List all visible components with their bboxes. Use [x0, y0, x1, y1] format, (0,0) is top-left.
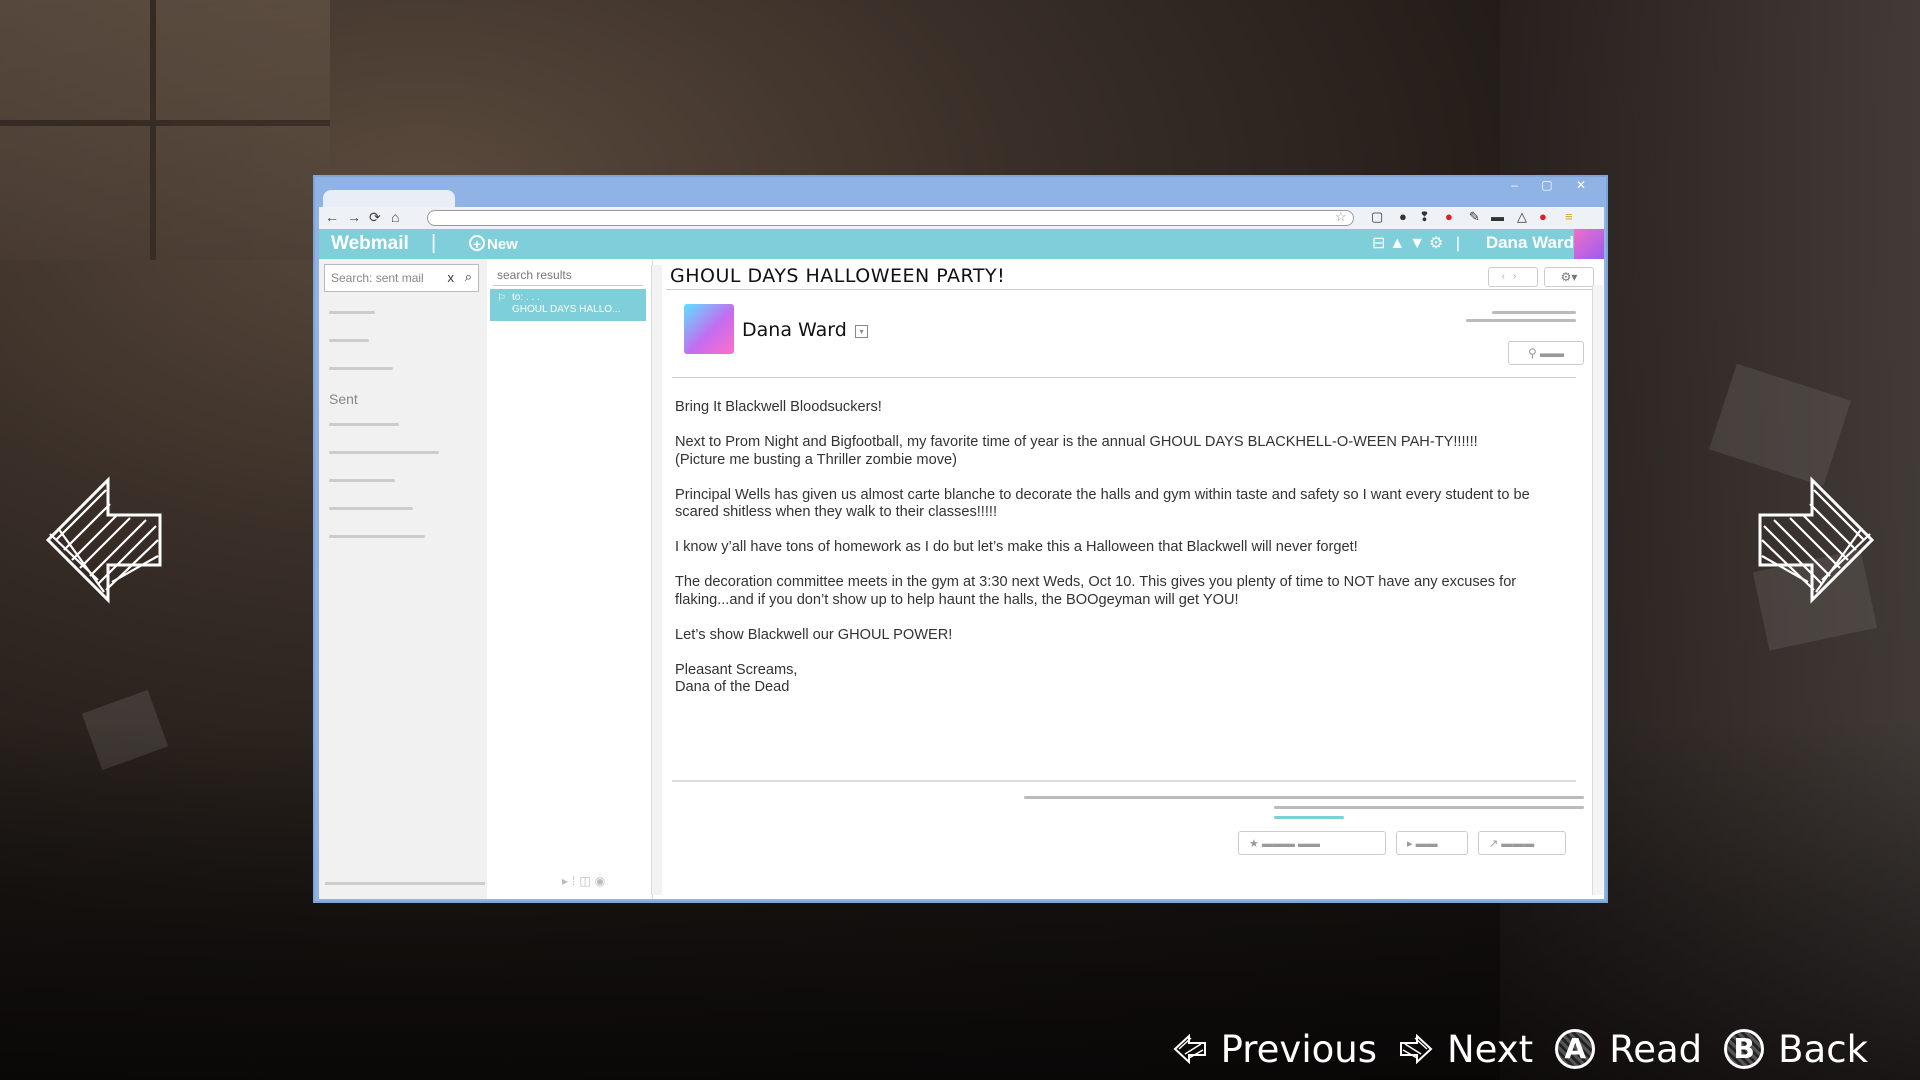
results-header: search results [497, 268, 572, 282]
button-hints: Previous Next A Read B Back [1151, 1024, 1868, 1074]
window-background [0, 0, 330, 260]
sender-dropdown-icon[interactable]: ▾ [855, 325, 868, 338]
plus-icon: + [469, 235, 485, 252]
body-paragraph: Bring It Blackwell Bloodsuckers! [675, 399, 882, 415]
result-to: to: . . . [512, 292, 540, 303]
next-hint-label: Next [1446, 1027, 1534, 1071]
browser-tab[interactable] [323, 190, 455, 207]
extension-icon[interactable]: ▬ [1491, 210, 1504, 224]
mail-search-placeholder: Search: sent mail [331, 271, 424, 285]
message-pane: GHOUL DAYS HALLOWEEN PARTY! ‹› ⚙▾ Dana W… [662, 259, 1604, 899]
browser-window: – ▢ ✕ ← → ⟳ ⌂ ☆ ▢ ● ❢ ● ✎ ▬ △ ● ≡ Webmai… [313, 175, 1608, 903]
previous-hint-arrow-icon [1173, 1034, 1207, 1064]
extension-icon[interactable]: ✎ [1469, 210, 1480, 224]
folder-item[interactable] [329, 307, 375, 317]
results-divider [493, 285, 643, 286]
folder-footer [325, 882, 485, 885]
message-footer-text [1024, 796, 1584, 826]
read-hint-label: Read [1609, 1027, 1703, 1071]
bookmark-star-icon[interactable]: ☆ [1335, 210, 1347, 224]
next-hint[interactable]: Next [1399, 1028, 1533, 1071]
browser-toolbar: ← → ⟳ ⌂ ☆ ▢ ● ❢ ● ✎ ▬ △ ● ≡ [319, 207, 1604, 229]
message-scrollbar[interactable] [1592, 285, 1603, 895]
extension-icon[interactable]: ❢ [1419, 210, 1430, 224]
flag-icon: ⚐ [497, 293, 506, 304]
folder-item[interactable] [329, 363, 393, 373]
header-separator: | [431, 232, 437, 254]
sender-avatar [684, 304, 734, 354]
search-icon[interactable]: ⌕ [465, 269, 472, 285]
header-divider [672, 377, 1576, 378]
forward-button[interactable]: ▸ ▬▬ [1396, 831, 1468, 855]
folder-pane: Search: sent mail x ⌕ Sent [319, 259, 488, 899]
tab-bar: – ▢ ✕ [315, 177, 1606, 207]
results-scrollbar[interactable] [651, 265, 662, 895]
mail-search-input[interactable]: Search: sent mail x ⌕ [324, 264, 479, 292]
back-icon[interactable]: ← [325, 209, 339, 225]
folder-item[interactable] [329, 419, 399, 429]
webmail-brand[interactable]: Webmail [331, 233, 409, 255]
reply-button[interactable]: ⚲ ▬▬ [1508, 341, 1584, 365]
url-bar[interactable] [427, 210, 1354, 226]
message-body: Bring It Blackwell Bloodsuckers! Next to… [675, 399, 1575, 714]
extension-icon[interactable]: ▢ [1371, 210, 1383, 224]
extension-icon[interactable]: ● [1445, 210, 1453, 224]
webmail-content: Search: sent mail x ⌕ Sent search result… [319, 259, 1604, 899]
subject-divider [666, 289, 1596, 290]
folder-item[interactable] [329, 475, 395, 485]
results-footer-icons[interactable]: ▸⁞◫◉ [562, 874, 609, 888]
body-paragraph: Next to Prom Night and Bigfootball, my f… [675, 434, 1478, 468]
menu-icon[interactable]: ≡ [1565, 210, 1573, 224]
a-button-icon: A [1555, 1029, 1596, 1069]
user-name[interactable]: Dana Ward [1486, 233, 1574, 253]
read-hint[interactable]: A Read [1555, 1028, 1702, 1071]
folder-item[interactable] [329, 447, 439, 457]
home-icon[interactable]: ⌂ [391, 209, 399, 225]
folder-item[interactable] [329, 503, 413, 513]
message-nav-buttons[interactable]: ‹› [1488, 267, 1538, 287]
results-pane: search results ⚐ to: . . . GHOUL DAYS HA… [487, 259, 653, 899]
body-paragraph: Pleasant Screams, Dana of the Dead [675, 661, 798, 696]
previous-hint[interactable]: Previous [1173, 1028, 1377, 1071]
extension-icon[interactable]: ● [1539, 210, 1547, 224]
extension-icon[interactable]: △ [1517, 210, 1527, 224]
new-mail-button[interactable]: + New [469, 235, 518, 253]
result-item[interactable]: ⚐ to: . . . GHOUL DAYS HALLO... [490, 289, 646, 321]
extension-icon[interactable]: ● [1399, 210, 1407, 224]
forward-icon[interactable]: → [347, 209, 361, 225]
webmail-header: Webmail | + New ⊟▲▼⚙ | Dana Ward [319, 229, 1604, 259]
message-settings-gear-icon[interactable]: ⚙▾ [1544, 267, 1594, 287]
result-subject: GHOUL DAYS HALLO... [512, 304, 621, 315]
sender-name[interactable]: Dana Ward [742, 319, 847, 341]
new-mail-label: New [487, 236, 518, 253]
back-hint[interactable]: B Back [1724, 1028, 1868, 1071]
body-paragraph: I know y’all have tons of homework as I … [675, 539, 1358, 555]
share-button[interactable]: ↗ ▬▬▬ [1478, 831, 1566, 855]
folder-sent[interactable]: Sent [329, 391, 358, 407]
header-tools[interactable]: ⊟▲▼⚙ | [1372, 233, 1464, 253]
next-hint-arrow-icon [1399, 1034, 1433, 1064]
footer-divider [672, 780, 1576, 782]
next-arrow-icon[interactable] [1752, 470, 1882, 610]
b-button-icon: B [1724, 1029, 1765, 1069]
clear-search-icon[interactable]: x [448, 270, 455, 285]
folder-item[interactable] [329, 531, 425, 541]
folder-item[interactable] [329, 335, 369, 345]
window-controls[interactable]: – ▢ ✕ [1511, 178, 1596, 192]
body-paragraph: Let’s show Blackwell our GHOUL POWER! [675, 626, 953, 643]
message-meta [1456, 311, 1576, 327]
back-hint-label: Back [1778, 1027, 1868, 1071]
reload-icon[interactable]: ⟳ [369, 209, 381, 226]
message-subject: GHOUL DAYS HALLOWEEN PARTY! [670, 265, 1006, 287]
previous-arrow-icon[interactable] [38, 470, 168, 610]
previous-hint-label: Previous [1220, 1027, 1377, 1071]
star-button[interactable]: ★ ▬▬▬ ▬▬ [1238, 831, 1386, 855]
body-paragraph: The decoration committee meets in the gy… [675, 574, 1517, 608]
body-paragraph: Principal Wells has given us almost cart… [675, 486, 1530, 521]
user-avatar[interactable] [1574, 229, 1604, 259]
